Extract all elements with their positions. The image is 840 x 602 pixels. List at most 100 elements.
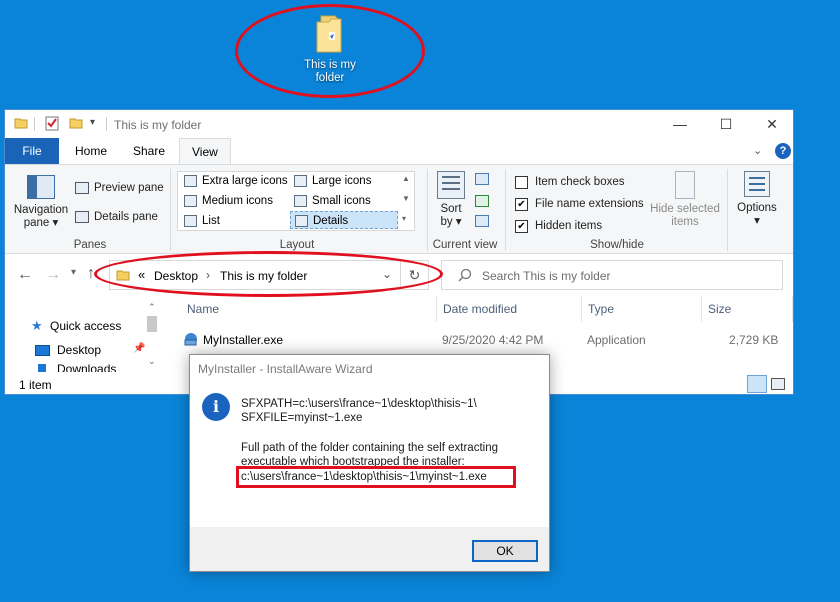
- details-pane-label: Details pane: [94, 211, 158, 223]
- hidden-items-option[interactable]: ✔ Hidden items: [515, 219, 645, 235]
- options-button[interactable]: Options ▾: [731, 169, 783, 235]
- file-name-extensions-checkbox[interactable]: ✔: [515, 198, 528, 211]
- sort-by-label: Sort by ▾: [440, 203, 462, 228]
- navigation-pane-button[interactable]: Navigation pane ▾: [9, 169, 73, 233]
- ribbon-separator: [505, 169, 506, 251]
- options-icon: [744, 171, 770, 197]
- search-placeholder: Search This is my folder: [482, 269, 611, 283]
- file-name-extensions-label: File name extensions: [535, 198, 644, 210]
- file-name: MyInstaller.exe: [203, 333, 284, 347]
- tab-share[interactable]: Share: [121, 138, 177, 164]
- layout-large-icons[interactable]: Large icons: [290, 172, 398, 190]
- nav-label-quick-access: Quick access: [50, 319, 122, 333]
- column-date-modified[interactable]: Date modified: [436, 296, 581, 322]
- sfxfile-line: SFXFILE=myinst~1.exe: [241, 412, 363, 424]
- customize-toolbar-chevron-icon[interactable]: ▾: [90, 117, 95, 128]
- download-icon: [38, 364, 46, 372]
- expand-ribbon-chevron-icon[interactable]: ⌄: [753, 144, 762, 157]
- sort-by-button[interactable]: Sort by ▾: [433, 169, 469, 235]
- column-name[interactable]: Name: [181, 296, 436, 322]
- layout-extra-large-icons[interactable]: Extra large icons: [180, 172, 288, 190]
- hide-selected-icon: [675, 171, 695, 199]
- maximize-button[interactable]: ☐: [703, 110, 749, 138]
- close-button[interactable]: ✕: [749, 110, 795, 138]
- details-pane-icon: [75, 211, 89, 223]
- layout-group-label: Layout: [279, 239, 315, 251]
- table-row[interactable]: MyInstaller.exe 9/25/2020 4:42 PM Applic…: [181, 329, 793, 349]
- current-view-group-label: Current view: [432, 239, 498, 251]
- dialog-title: MyInstaller - InstallAware Wizard: [198, 362, 373, 376]
- tab-file[interactable]: File: [5, 138, 59, 164]
- sort-by-icon: [437, 171, 465, 199]
- nav-item-desktop[interactable]: Desktop 📌: [35, 342, 147, 360]
- add-columns-icon[interactable]: [475, 195, 489, 207]
- annotation-ellipse-address: [94, 251, 443, 297]
- title-divider: [106, 117, 107, 131]
- nav-label-desktop: Desktop: [57, 343, 102, 357]
- back-arrow-icon[interactable]: ←: [17, 266, 33, 284]
- preview-pane-icon: [75, 182, 89, 194]
- ribbon-separator: [170, 169, 171, 251]
- hidden-items-label: Hidden items: [535, 220, 603, 232]
- item-count: 1 item: [19, 378, 52, 392]
- ok-button[interactable]: OK: [472, 540, 538, 562]
- navigation-pane: ★ Quick access Desktop 📌 Downloads ⌃ ⌄: [5, 302, 160, 372]
- search-icon: [458, 268, 472, 285]
- nav-scrollbar[interactable]: ⌃ ⌄: [145, 302, 159, 372]
- dialog-title-bar: MyInstaller - InstallAware Wizard: [190, 355, 549, 381]
- group-by-icon[interactable]: [475, 173, 489, 185]
- column-size[interactable]: Size: [701, 296, 793, 322]
- navigation-pane-icon: [27, 175, 55, 199]
- description-line-1: Full path of the folder containing the s…: [241, 442, 498, 454]
- large-icons-view-icon[interactable]: [771, 378, 785, 390]
- nav-item-quick-access[interactable]: ★ Quick access: [31, 318, 151, 336]
- tab-view[interactable]: View: [179, 138, 231, 164]
- desktop-icon: [35, 345, 50, 356]
- layout-small-icons[interactable]: Small icons: [290, 192, 398, 210]
- nav-label-downloads: Downloads: [57, 364, 117, 372]
- title-bar: ▾ This is my folder — ☐ ✕: [5, 110, 793, 138]
- ribbon-separator: [727, 169, 728, 251]
- scroll-thumb[interactable]: [147, 316, 157, 332]
- ribbon-tabs: File Home Share View ⌄ ?: [5, 138, 793, 164]
- annotation-box-path: [236, 466, 516, 488]
- properties-icon[interactable]: [45, 116, 59, 134]
- item-check-boxes-option[interactable]: Item check boxes: [515, 175, 645, 191]
- hide-selected-items-button[interactable]: Hide selected items: [645, 169, 725, 235]
- quick-access-divider: [34, 117, 35, 131]
- navigation-pane-label: Navigation pane ▾: [13, 204, 69, 229]
- layout-list[interactable]: List: [180, 212, 288, 230]
- column-type[interactable]: Type: [581, 296, 701, 322]
- layout-scroll-up-icon[interactable]: ▲: [402, 174, 410, 183]
- options-label: Options ▾: [737, 202, 777, 227]
- layout-details[interactable]: Details: [290, 211, 398, 229]
- scroll-down-icon[interactable]: ⌄: [148, 356, 156, 367]
- installaware-dialog: MyInstaller - InstallAware Wizard i SFXP…: [189, 354, 550, 572]
- forward-arrow-icon[interactable]: →: [45, 266, 61, 284]
- details-view-icon[interactable]: [747, 375, 767, 393]
- nav-item-downloads[interactable]: Downloads: [35, 364, 147, 372]
- hide-selected-label: Hide selected items: [650, 203, 720, 228]
- window-title: This is my folder: [114, 118, 202, 132]
- file-size: 2,729 KB: [729, 333, 779, 347]
- file-list-header: Name Date modified Type Size: [181, 296, 793, 322]
- file-type: Application: [587, 333, 646, 347]
- pin-icon[interactable]: 📌: [133, 343, 145, 354]
- layout-medium-icons[interactable]: Medium icons: [180, 192, 288, 210]
- file-name-extensions-option[interactable]: ✔ File name extensions: [515, 197, 645, 213]
- file-explorer-window: ▾ This is my folder — ☐ ✕ File Home Shar…: [4, 109, 794, 395]
- recent-locations-chevron-icon[interactable]: ▾: [71, 267, 76, 278]
- layout-scroll-down-icon[interactable]: ▼: [402, 194, 410, 203]
- layout-gallery: Extra large icons Large icons Medium ico…: [177, 171, 415, 231]
- item-check-boxes-checkbox[interactable]: [515, 176, 528, 189]
- minimize-button[interactable]: —: [657, 110, 703, 138]
- size-columns-icon[interactable]: [475, 215, 489, 227]
- sfxpath-line: SFXPATH=c:\users\france~1\desktop\thisis…: [241, 398, 477, 410]
- help-icon[interactable]: ?: [775, 143, 791, 159]
- layout-more-icon[interactable]: ▾: [402, 214, 406, 223]
- search-input[interactable]: Search This is my folder: [441, 260, 783, 290]
- new-folder-icon[interactable]: [69, 116, 83, 133]
- hidden-items-checkbox[interactable]: ✔: [515, 220, 528, 233]
- scroll-up-icon[interactable]: ⌃: [148, 302, 156, 313]
- tab-home[interactable]: Home: [63, 138, 119, 164]
